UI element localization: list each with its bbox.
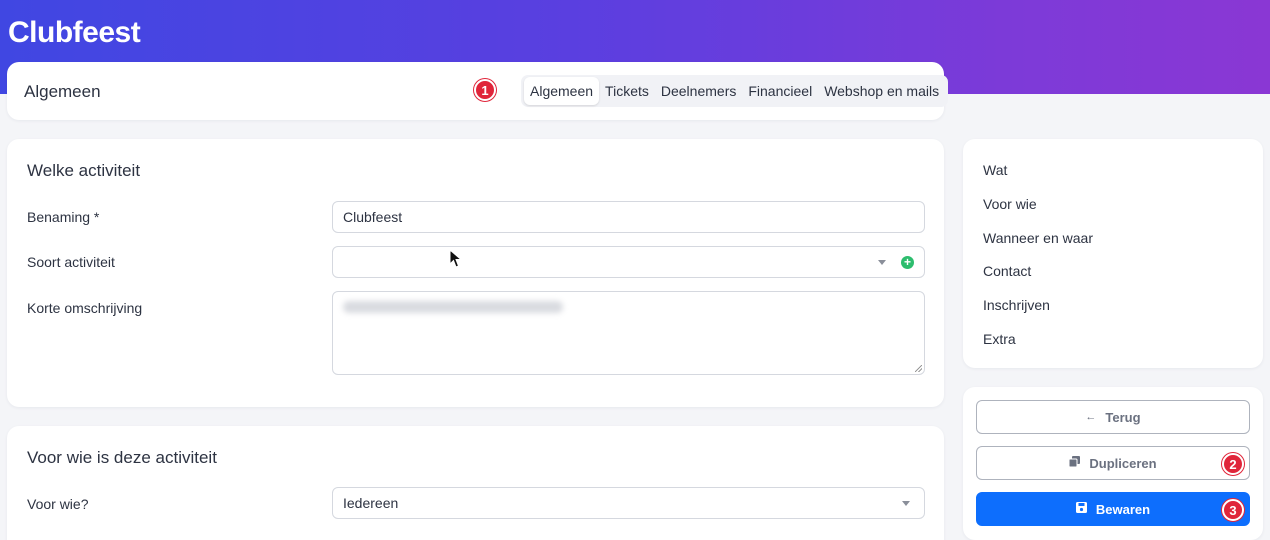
nav-item-voor-wie[interactable]: Voor wie — [983, 196, 1037, 212]
mouse-cursor-icon — [449, 249, 463, 268]
nav-item-extra[interactable]: Extra — [983, 331, 1016, 347]
section-title: Welke activiteit — [27, 161, 141, 180]
tabs-card: Algemeen 1 Algemeen Tickets Deelnemers F… — [7, 62, 949, 120]
back-button-label: Terug — [1105, 409, 1141, 425]
benaming-input[interactable]: Clubfeest — [332, 201, 925, 233]
nav-item-wat[interactable]: Wat — [983, 162, 1007, 178]
korte-omschrijving-label: Korte omschrijving — [27, 300, 143, 316]
save-button[interactable]: Bewaren 3 — [976, 492, 1250, 526]
section-voor-wie: Voor wie is deze activiteit Voor wie? Ie… — [7, 426, 944, 540]
section-title: Voor wie is deze activiteit — [27, 448, 217, 467]
tab-financieel[interactable]: Financieel — [742, 77, 818, 105]
section-nav: Wat Voor wie Wanneer en waar Contact Ins… — [963, 139, 1263, 368]
tab-webshop-en-mails[interactable]: Webshop en mails — [818, 77, 945, 105]
soort-activiteit-select[interactable]: + — [332, 246, 925, 278]
copy-icon — [1068, 456, 1081, 470]
voor-wie-select[interactable]: Iedereen — [332, 487, 925, 519]
actions-card: ← Terug Dupliceren 2 Bewaren 3 — [963, 387, 1263, 540]
benaming-value: Clubfeest — [343, 209, 403, 225]
step-badge-2: 2 — [1222, 453, 1244, 475]
arrow-left-icon: ← — [1085, 411, 1097, 423]
tab-deelnemers[interactable]: Deelnemers — [655, 77, 742, 105]
duplicate-button-label: Dupliceren — [1089, 455, 1157, 471]
tab-tickets[interactable]: Tickets — [599, 77, 655, 105]
soort-activiteit-label: Soort activiteit — [27, 254, 115, 270]
chevron-down-icon — [878, 260, 886, 265]
add-circle-icon[interactable]: + — [901, 256, 914, 269]
blurred-text — [343, 301, 563, 313]
tabs-card-title: Algemeen — [24, 82, 101, 101]
step-badge-3: 3 — [1222, 499, 1244, 521]
nav-item-inschrijven[interactable]: Inschrijven — [983, 297, 1050, 313]
tab-strip: Algemeen Tickets Deelnemers Financieel W… — [521, 75, 949, 107]
voor-wie-value: Iedereen — [343, 495, 399, 511]
step-badge-1: 1 — [474, 79, 496, 101]
duplicate-button[interactable]: Dupliceren 2 — [976, 446, 1250, 480]
nav-item-contact[interactable]: Contact — [983, 263, 1031, 279]
resize-handle-icon[interactable] — [915, 365, 922, 372]
section-welke-activiteit: Welke activiteit Benaming * Clubfeest So… — [7, 139, 944, 407]
back-button[interactable]: ← Terug — [976, 400, 1250, 434]
page-title: Clubfeest — [8, 16, 141, 49]
save-button-label: Bewaren — [1095, 501, 1151, 517]
tab-algemeen[interactable]: Algemeen — [524, 77, 600, 105]
voor-wie-label: Voor wie? — [27, 496, 89, 512]
benaming-label: Benaming * — [27, 209, 100, 225]
korte-omschrijving-textarea[interactable] — [332, 291, 925, 375]
save-icon — [1075, 502, 1087, 516]
chevron-down-icon — [902, 501, 910, 506]
nav-item-wanneer-en-waar[interactable]: Wanneer en waar — [983, 230, 1093, 246]
